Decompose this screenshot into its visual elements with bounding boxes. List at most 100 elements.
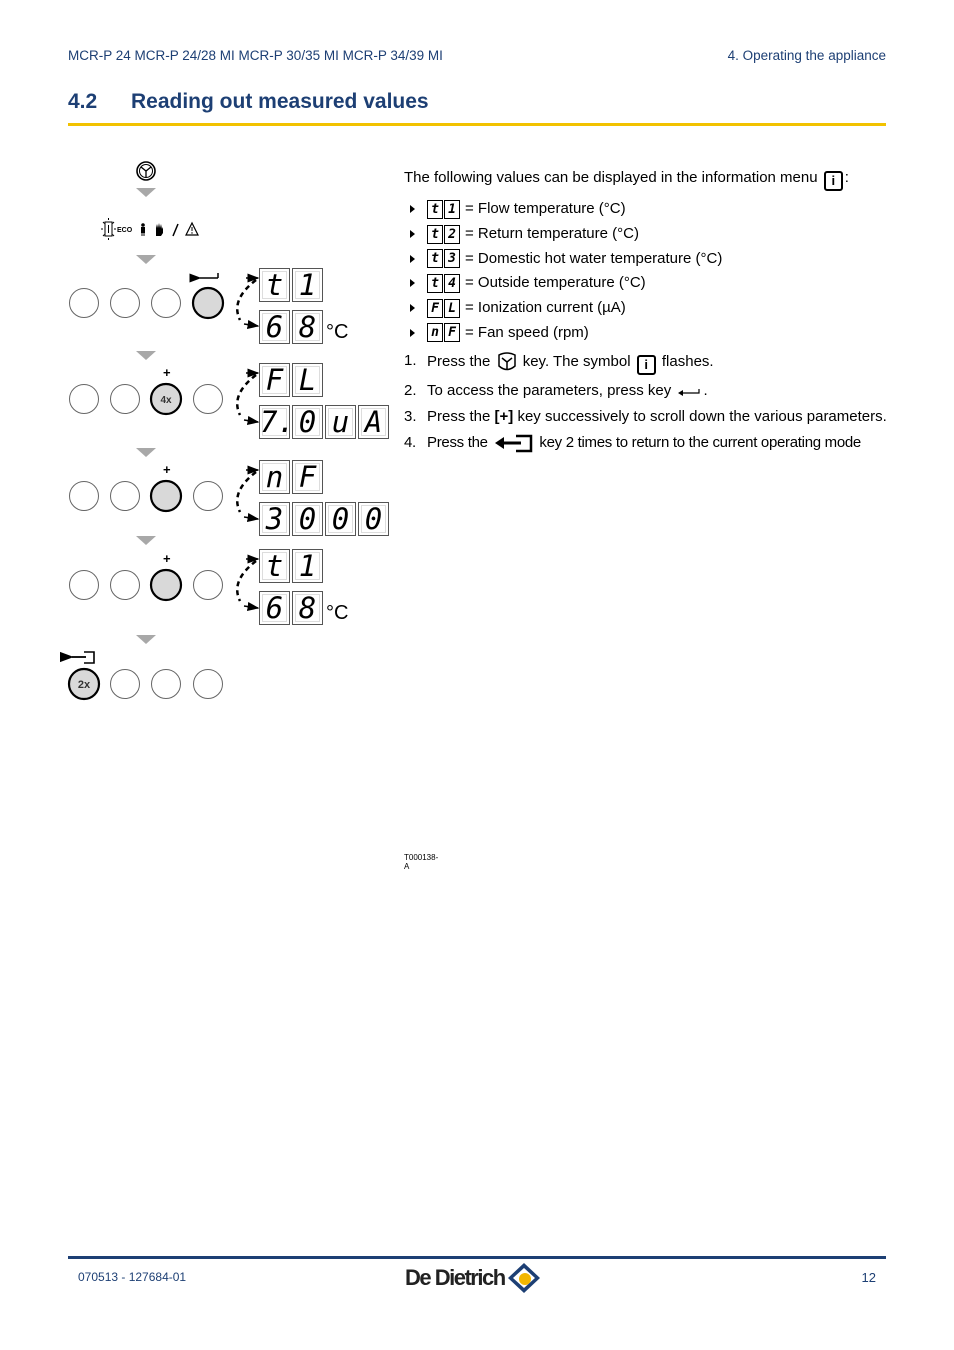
parameter-description: = Domestic hot water temperature (°C): [465, 249, 723, 267]
parameter-code: FL: [427, 298, 461, 318]
brand-name: De Dietrich: [405, 1265, 506, 1290]
warning-icon: [185, 221, 199, 236]
section-rule: [68, 123, 886, 126]
status-icons: ECO: [101, 218, 199, 240]
hand-icon: [156, 223, 163, 236]
parameter-code: t2: [427, 224, 461, 244]
down-arrow-icon: [136, 536, 156, 545]
seven-seg-display: nF: [259, 460, 325, 494]
person-icon: [141, 223, 145, 236]
parameter-description: = Outside temperature (°C): [465, 274, 646, 292]
info-icon: i: [636, 355, 656, 376]
display-digit: 0: [358, 502, 389, 536]
display-digit: 8: [292, 591, 323, 625]
intro-paragraph: The following values can be displayed in…: [404, 168, 894, 191]
document-code: 070513 - 127684-01: [78, 1270, 187, 1284]
section-title: Reading out measured values: [131, 90, 429, 113]
parameter-item: t 2 = Return temperature (°C): [404, 222, 894, 247]
procedure-figure: ECO + 4x + + 2x t 1 6 8 °C F L 7. 0 u A …: [59, 150, 438, 871]
parameter-list: t 1 = Flow temperature (°C) t 2 = Return temp…: [404, 197, 894, 345]
parameter-description: = Fan speed (rpm): [465, 323, 589, 341]
parameter-description: = Return temperature (°C): [465, 225, 639, 243]
brand-diamond-icon: [507, 1263, 540, 1293]
page-header-models: MCR-P 24 MCR-P 24/28 MI MCR-P 30/35 MI M…: [68, 48, 443, 63]
display-digit: 0: [292, 502, 323, 536]
plus-key-label: +: [163, 551, 171, 566]
page-header-chapter: 4. Operating the appliance: [727, 48, 886, 63]
parameter-code: t1: [427, 199, 461, 219]
display-digit: 0: [325, 502, 356, 536]
display-digit: u: [325, 405, 356, 439]
display-digit: 6: [259, 310, 290, 344]
bullet-icon: [410, 304, 415, 313]
parameter-code: t4: [427, 273, 461, 293]
seven-seg-display: 6 8 °C: [259, 591, 348, 625]
display-digit: F: [259, 363, 290, 397]
bullet-icon: [410, 205, 415, 214]
svg-text:4x: 4x: [160, 395, 172, 406]
eco-label: ECO: [117, 227, 133, 234]
parameter-description: = Ionization current (µA): [465, 299, 626, 317]
footer-rule: [68, 1256, 886, 1259]
down-arrow-icon: [136, 351, 156, 360]
bullet-icon: [410, 279, 415, 288]
section-heading: 4.2 Reading out measured values: [68, 90, 429, 114]
display-digit: F: [292, 460, 323, 494]
down-arrow-icon: [136, 448, 156, 457]
menu-key-icon: [136, 161, 156, 181]
display-digit: 3: [259, 502, 290, 536]
display-digit: n: [259, 460, 290, 494]
bullet-icon: [410, 328, 415, 337]
down-arrow-icon: [136, 635, 156, 644]
parameter-item: t 4 = Outside temperature (°C): [404, 271, 894, 296]
page-number: 12: [861, 1270, 876, 1285]
button-row-3: [69, 479, 223, 513]
display-digit: 8: [292, 310, 323, 344]
menu-key-icon: [497, 352, 516, 371]
parameter-item: t 1 = Flow temperature (°C): [404, 197, 894, 222]
step-item: 3. Press the [+] key successively to scr…: [404, 408, 887, 426]
bullet-icon: [410, 254, 415, 263]
display-digit: 6: [259, 591, 290, 625]
display-digit: A: [358, 405, 389, 439]
display-digit: L: [292, 363, 323, 397]
display-digit: 7.: [259, 405, 295, 439]
info-flashing-icon: [101, 218, 116, 240]
button-row-2: 4x: [69, 382, 223, 416]
seven-seg-display: FL: [259, 363, 325, 397]
seven-seg-display: 7. 0 u A: [259, 405, 391, 439]
figure-code: T000138-A: [404, 853, 439, 871]
parameter-description: = Flow temperature (°C): [465, 200, 626, 218]
display-unit: °C: [326, 321, 349, 343]
down-arrow-icon: [136, 188, 156, 197]
parameter-item: F L = Ionization current (µA): [404, 296, 894, 321]
display-digit: t: [259, 268, 290, 302]
display-digit: t: [259, 549, 290, 583]
display-digit: 1: [292, 549, 323, 583]
seven-seg-display: 6 8 °C: [259, 310, 348, 344]
procedure-steps: 1. Press the key. The symbol i flashes. …: [404, 351, 894, 453]
button-row-1: [69, 286, 225, 320]
display-digit: 1: [292, 268, 323, 302]
info-menu-icon: i: [823, 171, 843, 191]
step-item: 1. Press the key. The symbol i flashes.: [404, 351, 894, 376]
enter-key-icon: [678, 389, 701, 397]
button-row-4: [69, 568, 223, 602]
button-row-5: 2x: [67, 667, 223, 701]
bullet-icon: [410, 230, 415, 239]
plus-key-label: +: [163, 365, 171, 380]
seven-seg-display: 3000: [259, 502, 391, 536]
parameter-code: nF: [427, 323, 461, 343]
plus-key-label: +: [163, 462, 171, 477]
step-item: 2. To access the parameters, press key .: [404, 382, 708, 400]
brand-logo: De Dietrich: [405, 1262, 541, 1294]
seven-seg-display: t1: [259, 268, 325, 302]
wrench-icon: [172, 223, 179, 237]
seven-seg-display: t1: [259, 549, 325, 583]
parameter-item: t 3 = Domestic hot water temperature (°C): [404, 246, 894, 271]
down-arrow-icon: [136, 255, 156, 264]
parameter-code: t3: [427, 249, 461, 269]
display-digit: 0: [292, 405, 323, 439]
parameter-item: n F = Fan speed (rpm): [404, 320, 894, 345]
exit-key-icon: [494, 434, 532, 453]
